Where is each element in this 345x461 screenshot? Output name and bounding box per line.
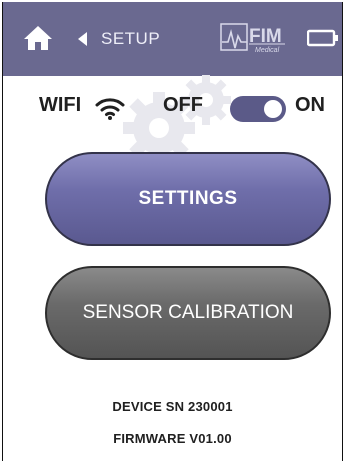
sensor-calibration-button[interactable]: SENSOR CALIBRATION bbox=[45, 266, 331, 360]
sensor-calibration-label: SENSOR CALIBRATION bbox=[82, 302, 294, 323]
wifi-label: WIFI bbox=[39, 94, 82, 116]
page-title: SETUP bbox=[101, 29, 161, 48]
settings-button[interactable]: SETTINGS bbox=[45, 152, 331, 246]
back-button[interactable]: SETUP bbox=[77, 24, 160, 54]
top-bar: SETUP FIM Medical bbox=[3, 2, 342, 76]
device-serial: DEVICE SN 230001 bbox=[112, 399, 233, 414]
chevron-left-icon bbox=[78, 32, 87, 46]
fim-medical-logo: FIM Medical bbox=[219, 20, 301, 54]
firmware-version: FIRMWARE V01.00 bbox=[113, 431, 232, 446]
wifi-on-label: ON bbox=[295, 94, 325, 116]
home-button[interactable] bbox=[23, 24, 53, 52]
wifi-toggle[interactable] bbox=[230, 96, 286, 122]
battery-icon bbox=[306, 29, 339, 47]
wifi-off-label: OFF bbox=[163, 94, 203, 116]
wifi-row: WIFI OFF ON bbox=[3, 86, 342, 126]
setup-screen: SETUP FIM Medical WIFI OFF ON SETTINGS S… bbox=[2, 2, 343, 461]
svg-text:Medical: Medical bbox=[255, 47, 280, 54]
settings-button-label: SETTINGS bbox=[138, 188, 238, 209]
home-icon bbox=[24, 26, 52, 50]
toggle-knob bbox=[264, 100, 282, 118]
wifi-icon bbox=[95, 98, 125, 120]
